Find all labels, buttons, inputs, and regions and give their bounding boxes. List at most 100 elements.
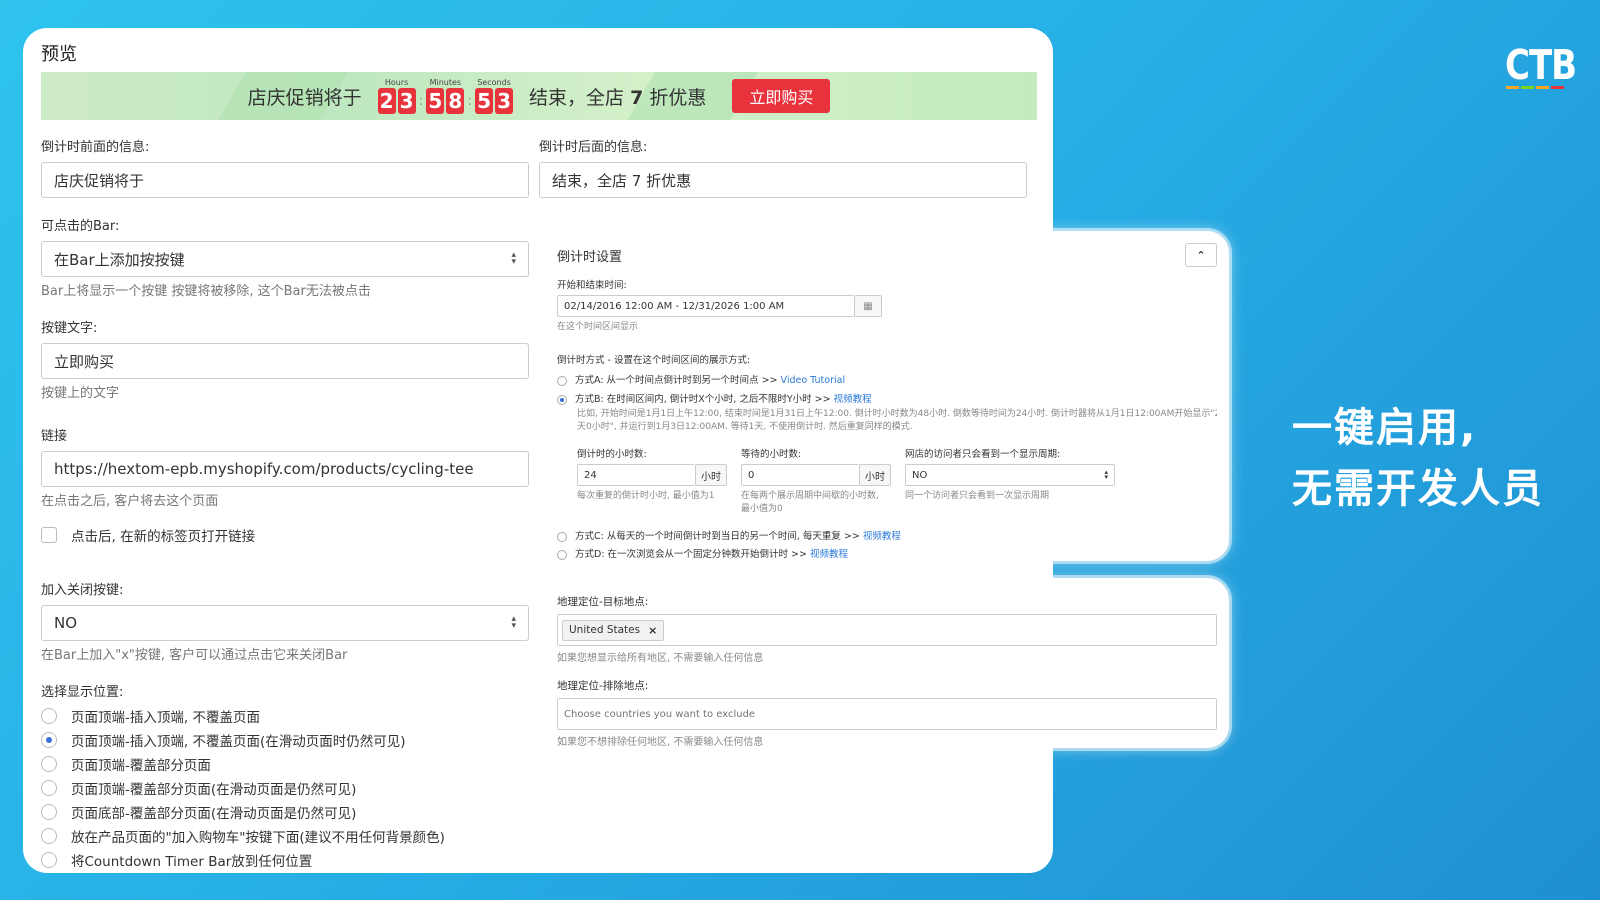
mode-d-option[interactable]: 方式D: 在一次浏览会从一个固定分钟数开始倒计时 >> 视频教程: [557, 546, 1217, 560]
countdown-settings-card: 倒计时设置 ⌃ 开始和结束时间: 02/14/2016 12:00 AM - 1…: [545, 231, 1229, 561]
time-range-value: 02/14/2016 12:00 AM - 12/31/2026 1:00 AM: [564, 300, 785, 312]
time-range-input-group: 02/14/2016 12:00 AM - 12/31/2026 1:00 AM…: [557, 295, 882, 317]
radio-button[interactable]: [41, 756, 57, 772]
mode-c-option[interactable]: 方式C: 从每天的一个时间倒计时到当日的另一个时间, 每天重复 >> 视频教程: [557, 528, 1217, 542]
clickable-bar-value: 在Bar上添加按按键: [54, 250, 185, 269]
position-option[interactable]: 页面顶端-覆盖部分页面(在滑动页面是仍然可见): [41, 776, 529, 800]
bar-after-text-1: 结束，全店: [529, 86, 625, 109]
wait-hours-input[interactable]: 0: [741, 464, 859, 486]
position-option-label: 页面顶端-插入顶端, 不覆盖页面(在滑动页面时仍然可见): [71, 734, 406, 750]
preview-title: 预览: [41, 44, 77, 65]
position-option-label: 放在产品页面的"加入购物车"按键下面(建议不用任何背景颜色): [71, 830, 445, 846]
collapse-button[interactable]: ⌃: [1185, 243, 1217, 267]
calendar-icon: ▦: [863, 300, 873, 312]
hours-unit: 小时: [695, 464, 727, 486]
time-separator: :: [418, 93, 424, 109]
visitor-once-label: 网店的访问者只会看到一个显示周期:: [905, 449, 1061, 460]
mode-a-radio[interactable]: [557, 375, 567, 386]
radio-button-selected[interactable]: [41, 732, 57, 748]
close-button-label: 加入关闭按键:: [41, 583, 124, 598]
clickable-bar-label: 可点击的Bar:: [41, 219, 120, 234]
remove-tag-icon[interactable]: ×: [648, 624, 657, 637]
button-text-input[interactable]: 立即购买: [41, 343, 529, 379]
mode-b-tutorial-link[interactable]: 视频教程: [834, 394, 872, 405]
time-range-label: 开始和结束时间:: [557, 280, 627, 291]
geo-target-input[interactable]: United States ×: [557, 614, 1217, 646]
button-text-label: 按键文字:: [41, 321, 98, 336]
position-option[interactable]: 页面顶端-插入顶端, 不覆盖页面: [41, 704, 529, 728]
countdown-minutes: Minutes 5 8: [426, 78, 465, 114]
mode-b-radio-selected[interactable]: [557, 394, 567, 405]
mode-a-tutorial-link[interactable]: Video Tutorial: [781, 375, 846, 386]
form-left-column: 倒计时前面的信息: 店庆促销将于 可点击的Bar: 在Bar上添加按按键 ▴ ▾ …: [41, 136, 529, 872]
hours-digit: 3: [397, 88, 416, 114]
mode-b-option[interactable]: 方式B: 在时间区间内, 倒计时X个小时, 之后不限时Y小时 >> 视频教程: [557, 391, 1217, 405]
mode-a-option[interactable]: 方式A: 从一个时间点倒计时到另一个时间点 >> Video Tutorial: [557, 372, 1217, 386]
geo-exclude-help: 如果您不想排除任何地区, 不需要输入任何信息: [557, 737, 764, 748]
after-message-value: 结束，全店 7 折优惠: [552, 171, 692, 190]
link-help: 在点击之后, 客户将去这个页面: [41, 494, 219, 509]
position-option-label: 页面顶端-插入顶端, 不覆盖页面: [71, 710, 260, 726]
clickable-bar-select[interactable]: 在Bar上添加按按键 ▴ ▾: [41, 241, 529, 277]
mode-c-radio[interactable]: [557, 531, 567, 542]
position-option[interactable]: 页面顶端-覆盖部分页面: [41, 752, 529, 776]
mode-b-label: 方式B: 在时间区间内, 倒计时X个小时, 之后不限时Y小时 >>: [575, 394, 831, 405]
radio-button[interactable]: [41, 780, 57, 796]
mode-d-radio[interactable]: [557, 549, 567, 560]
time-range-input[interactable]: 02/14/2016 12:00 AM - 12/31/2026 1:00 AM: [557, 295, 854, 317]
geo-exclude-label: 地理定位-排除地点:: [557, 680, 649, 692]
new-tab-label: 点击后, 在新的标签页打开链接: [71, 529, 256, 545]
position-option-label: 页面底部-覆盖部分页面(在滑动页面是仍然可见): [71, 806, 357, 822]
mode-b-description: 比如, 开始时间是1月1日上午12:00, 结束时间是1月31日上午12:00.…: [577, 408, 1217, 434]
after-message-label: 倒计时后面的信息:: [539, 140, 648, 155]
logo-stripe: [1521, 86, 1534, 89]
time-separator: :: [467, 93, 473, 109]
hours-digit: 2: [377, 88, 396, 114]
countdown-hours-input[interactable]: 24: [577, 464, 695, 486]
position-option[interactable]: 页面底部-覆盖部分页面(在滑动页面是仍然可见): [41, 800, 529, 824]
radio-button[interactable]: [41, 852, 57, 868]
minutes-label: Minutes: [429, 78, 462, 87]
countdown-timer: Hours 2 3 : Minutes 5 8 : Seconds 5 3: [377, 78, 514, 114]
geo-target-label: 地理定位-目标地点:: [557, 596, 649, 608]
countdown-settings-title: 倒计时设置: [557, 249, 623, 265]
position-label: 选择显示位置:: [41, 685, 124, 700]
geo-target-help: 如果您想显示给所有地区, 不需要输入任何信息: [557, 653, 764, 664]
before-message-value: 店庆促销将于: [54, 171, 145, 190]
position-radio-group: 页面顶端-插入顶端, 不覆盖页面 页面顶端-插入顶端, 不覆盖页面(在滑动页面时…: [41, 704, 529, 872]
position-option[interactable]: 页面顶端-插入顶端, 不覆盖页面(在滑动页面时仍然可见): [41, 728, 529, 752]
position-option[interactable]: 放在产品页面的"加入购物车"按键下面(建议不用任何背景颜色): [41, 824, 529, 848]
visitor-once-select[interactable]: NO ▴ ▾: [905, 464, 1115, 486]
visitor-once-help: 同一个访问者只会看到一次显示周期: [905, 491, 1050, 501]
radio-button[interactable]: [41, 828, 57, 844]
button-text-help: 按键上的文字: [41, 386, 120, 401]
radio-button[interactable]: [41, 804, 57, 820]
geolocation-card: 地理定位-目标地点: United States × 如果您想显示给所有地区, …: [545, 578, 1229, 748]
calendar-button[interactable]: ▦: [854, 295, 882, 317]
country-tag: United States ×: [562, 619, 665, 641]
mode-b-settings: 倒计时的小时数: 24 小时 每次重复的倒计时小时, 最小值为1 等待的小时数:…: [577, 446, 1217, 514]
button-text-value: 立即购买: [54, 352, 115, 371]
position-option[interactable]: 将Countdown Timer Bar放到任何位置: [41, 848, 529, 872]
buy-now-button[interactable]: 立即购买: [732, 79, 831, 113]
chevron-up-icon: ⌃: [1196, 248, 1206, 262]
mode-d-tutorial-link[interactable]: 视频教程: [810, 549, 848, 560]
wait-hours-help-line: 在每两个展示周期中间歇的小时数,: [741, 491, 879, 501]
new-tab-option[interactable]: 点击后, 在新的标签页打开链接: [41, 525, 529, 545]
link-input[interactable]: https://hextom-epb.myshopify.com/product…: [41, 451, 529, 487]
radio-button[interactable]: [41, 708, 57, 724]
countdown-hours: Hours 2 3: [377, 78, 416, 114]
new-tab-checkbox[interactable]: [41, 527, 57, 543]
logo-stripes: [1506, 86, 1564, 89]
countdown-hours-label: 倒计时的小时数:: [577, 449, 647, 460]
logo-stripe: [1536, 86, 1549, 89]
close-button-select[interactable]: NO ▴ ▾: [41, 605, 529, 641]
mode-c-label: 方式C: 从每天的一个时间倒计时到当日的另一个时间, 每天重复 >>: [575, 531, 860, 542]
after-message-input[interactable]: 结束，全店 7 折优惠: [539, 162, 1027, 198]
before-message-input[interactable]: 店庆促销将于: [41, 162, 529, 198]
countdown-bar-preview[interactable]: 店庆促销将于 Hours 2 3 : Minutes 5 8 : Seconds: [41, 72, 1037, 120]
mode-c-tutorial-link[interactable]: 视频教程: [863, 531, 901, 542]
ctb-logo: CTB: [1505, 42, 1577, 90]
geo-exclude-input[interactable]: [557, 698, 1217, 730]
mode-a-label: 方式A: 从一个时间点倒计时到另一个时间点 >>: [575, 375, 778, 386]
